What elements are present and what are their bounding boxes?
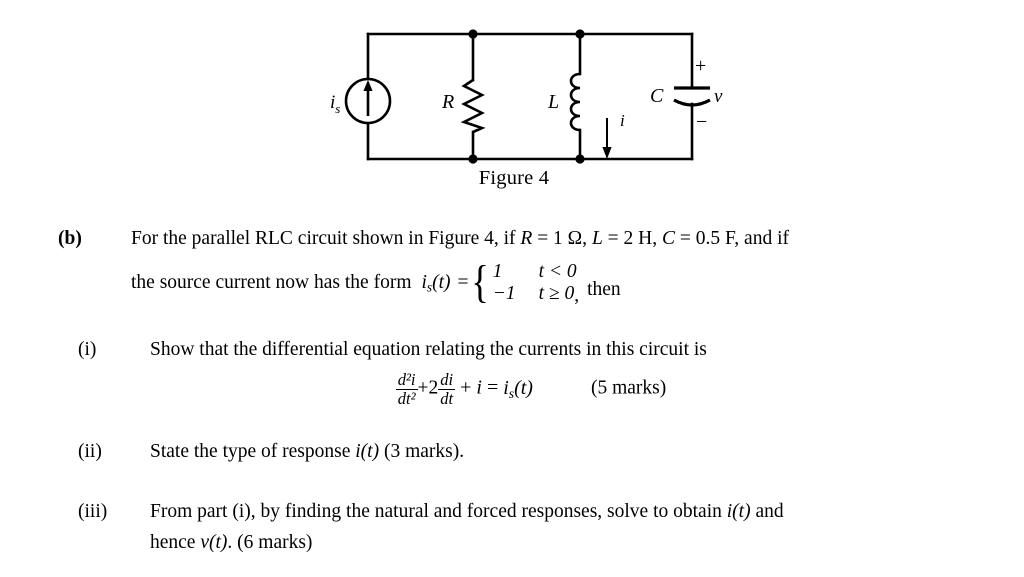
- circuit-wires: [366, 32, 694, 161]
- figure-caption: Figure 4: [0, 167, 1024, 190]
- figure-caption-text: Figure 4: [478, 167, 550, 189]
- polarity-minus: −: [696, 111, 707, 133]
- source-label: is: [330, 92, 340, 116]
- hence-variable-v: v: [200, 531, 209, 553]
- value-l: = 2 H,: [602, 228, 663, 249]
- inductor-label: L: [547, 91, 559, 113]
- piecewise-row: 1 t < 0: [493, 261, 580, 283]
- node-bottom-right: [575, 154, 585, 164]
- node-top-right: [575, 29, 585, 39]
- part-b-marker: (b): [58, 228, 82, 249]
- hence-variable-t: (t): [209, 531, 228, 553]
- piecewise-condition: t < 0: [538, 261, 577, 283]
- capacitor-symbol: [673, 86, 711, 107]
- fraction-denominator: dt²: [395, 388, 418, 408]
- circuit-nodes: [468, 29, 585, 164]
- part-iii-line1-b: and: [750, 501, 784, 523]
- source-function-label: is(t): [421, 271, 451, 295]
- question-part-iii: (iii) From part (i), by finding the natu…: [78, 497, 1024, 557]
- part-b-line2-prefix: the source current now has the form: [131, 271, 412, 293]
- equals-sign: =: [457, 271, 469, 293]
- then-word: then: [587, 278, 621, 300]
- part-i-statement: Show that the differential equation rela…: [150, 338, 707, 360]
- voltage-label: v: [714, 86, 723, 107]
- node-top-left: [468, 29, 478, 39]
- piecewise-value: 1: [492, 261, 503, 283]
- branch-current-arrow: [602, 118, 612, 159]
- part-b-line1-text-a: For the parallel RLC circuit shown in Fi…: [131, 228, 521, 249]
- part-b-line1: For the parallel RLC circuit shown in Fi…: [131, 224, 1024, 254]
- part-ii-marker: (ii): [78, 441, 102, 463]
- part-i-marks: (5 marks): [590, 377, 667, 399]
- part-i-marker: (i): [78, 338, 97, 360]
- obtain-variable-t: (t): [732, 501, 751, 523]
- value-r: = 1 Ω,: [532, 228, 592, 249]
- question-part-b: (b) For the parallel RLC circuit shown i…: [58, 224, 1024, 308]
- differential-equation: d²i dt² +2 di dt + i = is(t) (5 marks): [150, 371, 1024, 407]
- part-b-line2: the source current now has the form is(t…: [131, 256, 1024, 308]
- part-iii-line1: From part (i), by finding the natural an…: [150, 497, 1024, 527]
- value-c: = 0.5 F, and if: [675, 228, 790, 249]
- piecewise-definition: { 1 t < 0 −1 t ≥ 0,: [469, 256, 580, 308]
- piecewise-row: −1 t ≥ 0,: [492, 283, 580, 307]
- variable-r: R: [520, 228, 533, 249]
- equation-source-term: is(t): [503, 376, 533, 401]
- question-part-i: (i) Show that the differential equation …: [78, 335, 1024, 407]
- capacitor-label: C: [650, 85, 664, 107]
- circuit-diagram: is R L C v i + −: [330, 29, 723, 164]
- part-iii-line1-a: From part (i), by finding the natural an…: [150, 501, 727, 523]
- part-ii-text: State the type of response i(t) (3 marks…: [150, 437, 1024, 467]
- fraction-numerator: di: [440, 370, 454, 390]
- piecewise-value: −1: [492, 283, 516, 305]
- part-iii-line2: hence v(t). (6 marks): [150, 528, 1024, 558]
- question-part-ii: (ii) State the type of response i(t) (3 …: [78, 437, 1024, 467]
- response-variable-t: (t): [360, 441, 380, 463]
- fraction-denominator: dt: [438, 388, 456, 408]
- part-iii-marks: . (6 marks): [227, 531, 313, 553]
- part-iii-marker: (iii): [78, 501, 108, 523]
- second-derivative-fraction: d²i dt²: [395, 370, 418, 408]
- variable-l: L: [591, 228, 603, 249]
- current-source-symbol: [344, 77, 392, 125]
- fraction-numerator: d²i: [397, 370, 416, 390]
- first-derivative-fraction: di dt: [438, 370, 456, 408]
- resistor-label: R: [441, 91, 454, 113]
- part-ii-marks: (3 marks).: [379, 441, 465, 463]
- equation-equals: =: [486, 376, 499, 399]
- left-brace: {: [471, 256, 490, 308]
- current-label: i: [620, 111, 625, 130]
- inductor-symbol: [569, 72, 581, 132]
- piecewise-comma: ,: [574, 285, 580, 307]
- equation-i: i: [476, 376, 482, 399]
- variable-c: C: [662, 228, 676, 249]
- polarity-plus: +: [695, 55, 706, 77]
- node-bottom-left: [468, 154, 478, 164]
- piecewise-condition: t ≥ 0: [538, 283, 575, 305]
- plus-two-coefficient: +2: [417, 377, 439, 399]
- part-i-text: Show that the differential equation rela…: [150, 335, 1024, 407]
- part-iii-line2-a: hence: [150, 531, 201, 553]
- equation-plus: +: [460, 376, 472, 399]
- figure-4-block: is R L C v i + − Figure 4: [0, 0, 1024, 205]
- question-body: (b) For the parallel RLC circuit shown i…: [0, 210, 1024, 558]
- part-b-text: For the parallel RLC circuit shown in Fi…: [131, 224, 1024, 308]
- part-ii-text-a: State the type of response: [150, 441, 356, 463]
- resistor-symbol: [460, 78, 486, 134]
- part-iii-text: From part (i), by finding the natural an…: [150, 497, 1024, 557]
